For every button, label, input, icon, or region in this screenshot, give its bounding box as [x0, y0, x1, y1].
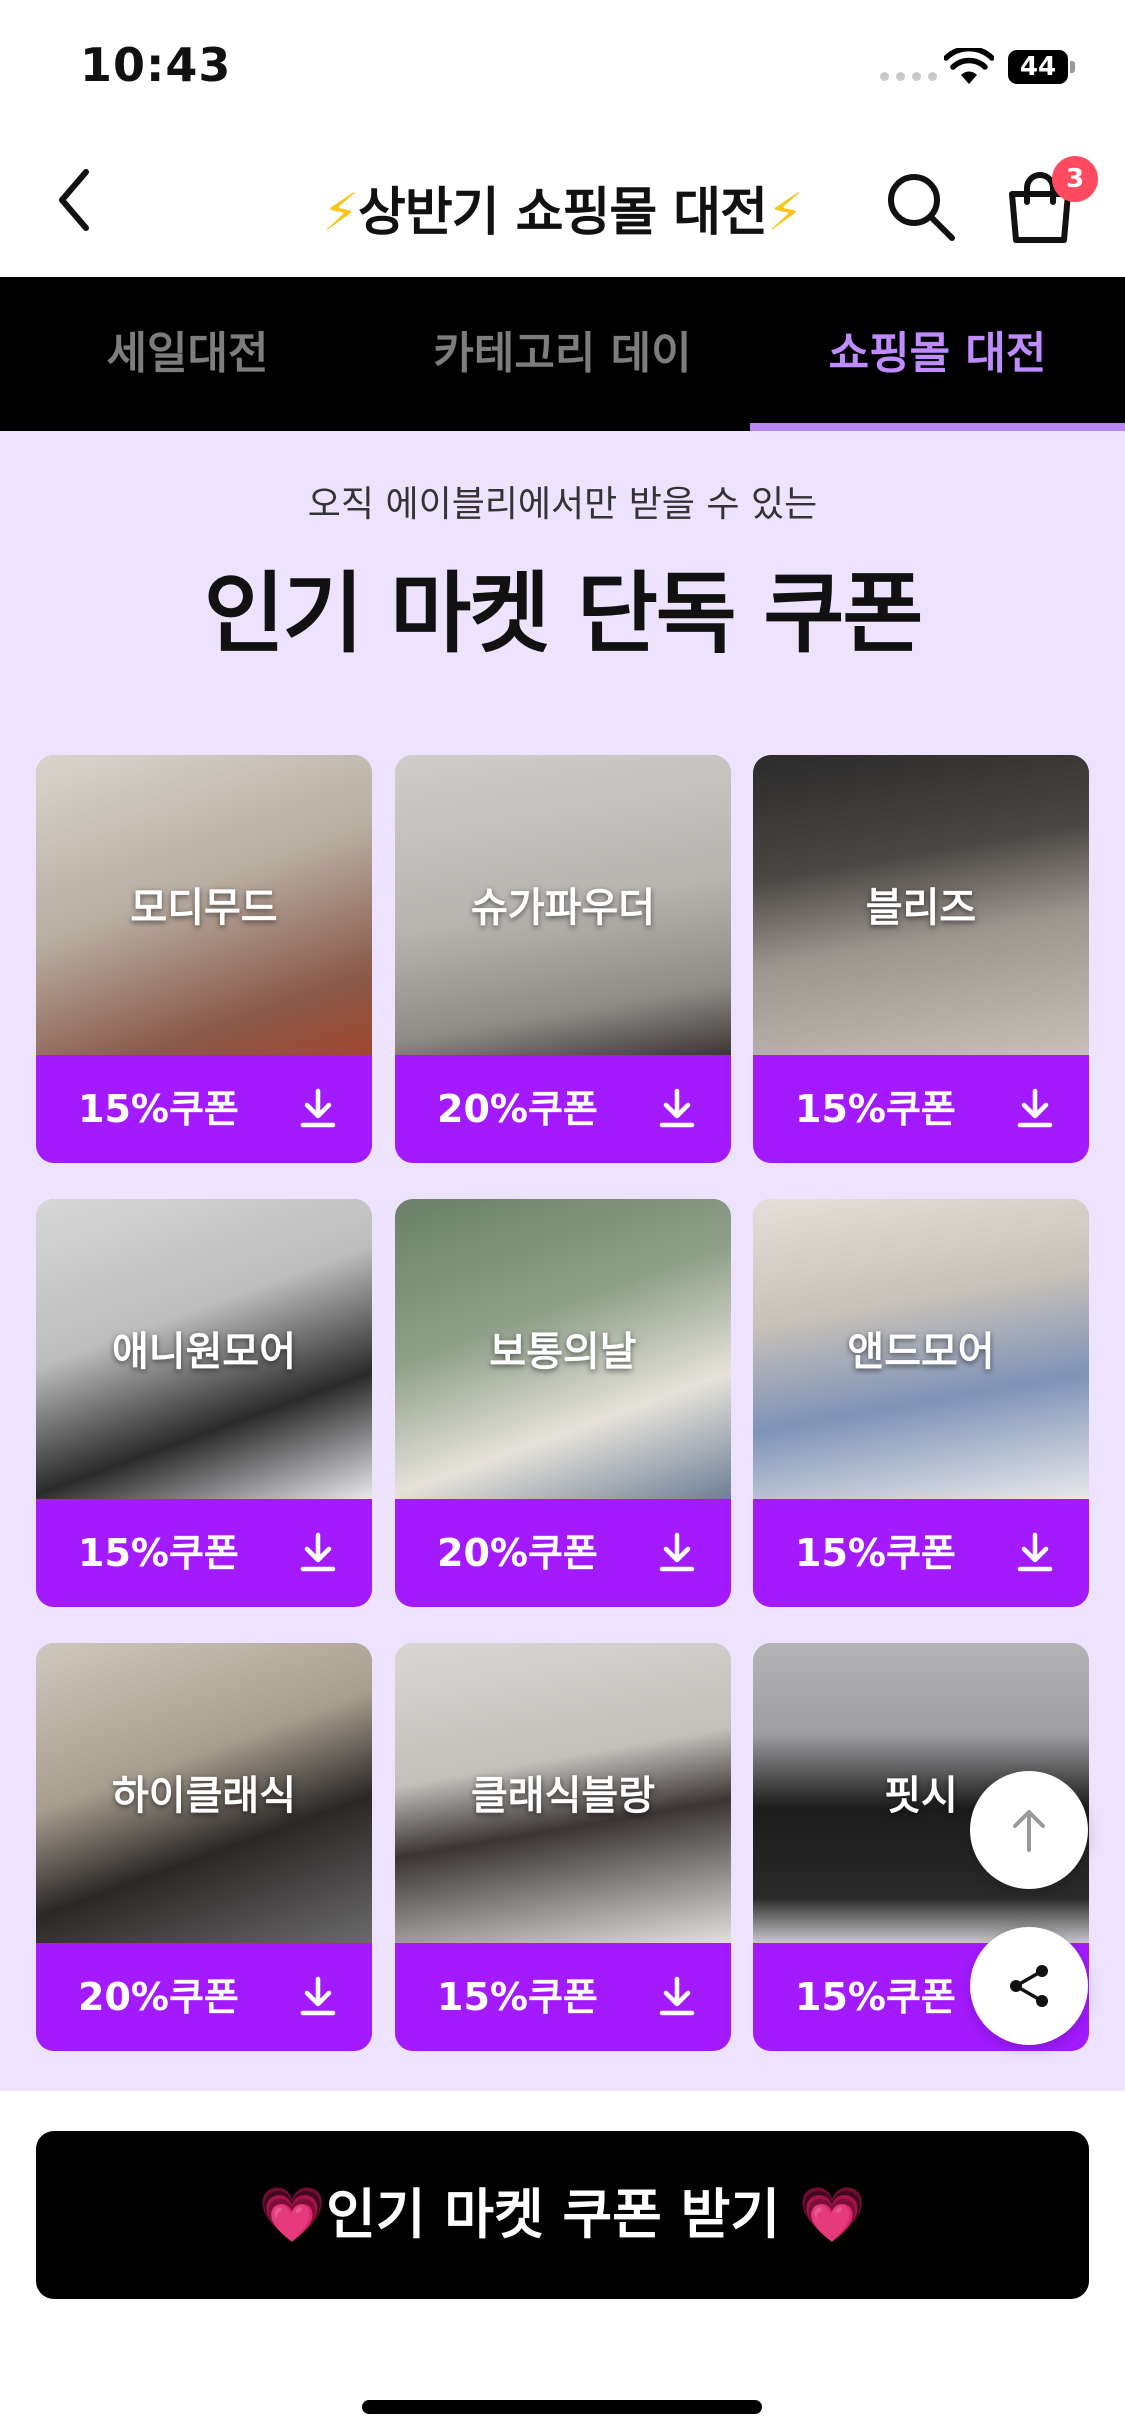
market-name: 앤드모어: [847, 1329, 995, 1375]
cellular-signal-icon: [880, 72, 937, 81]
get-coupons-button[interactable]: 💗인기 마켓 쿠폰 받기 💗: [36, 2131, 1089, 2299]
coupon-label: 15%쿠폰: [795, 1975, 956, 2019]
get-coupons-label: 인기 마켓 쿠폰 받기: [326, 2183, 781, 2246]
coupon-label: 15%쿠폰: [78, 1087, 239, 1131]
back-button[interactable]: [44, 160, 104, 240]
page-title-text: 상반기 쇼핑몰 대전: [358, 183, 768, 243]
share-button[interactable]: [970, 1927, 1088, 2045]
coupon-label: 20%쿠폰: [78, 1975, 239, 2019]
arrow-up-icon: [1013, 1810, 1045, 1852]
chevron-left-icon: [59, 169, 89, 231]
download-icon[interactable]: [298, 1087, 338, 1131]
market-card-classicblanc[interactable]: 클래식블랑 15%쿠폰: [395, 1643, 731, 2051]
tab-sale[interactable]: 세일대전: [0, 277, 375, 431]
coupon-label: 15%쿠폰: [795, 1087, 956, 1131]
market-card-highclassic[interactable]: 하이클래식 20%쿠폰: [36, 1643, 372, 2051]
search-icon[interactable]: [882, 168, 958, 244]
home-indicator: [362, 2400, 762, 2414]
market-name: 하이클래식: [112, 1773, 296, 1819]
coupon-label: 15%쿠폰: [437, 1975, 598, 2019]
market-card-modimood[interactable]: 모디무드 15%쿠폰: [36, 755, 372, 1163]
market-name: 클래식블랑: [471, 1773, 655, 1819]
market-name: 애니원모어: [112, 1329, 296, 1375]
download-icon[interactable]: [657, 1087, 697, 1131]
coupon-bar: 15%쿠폰: [395, 1943, 731, 2051]
market-name: 블리즈: [865, 885, 977, 931]
market-card-andmore[interactable]: 앤드모어 15%쿠폰: [753, 1199, 1089, 1607]
tab-mall-battle[interactable]: 쇼핑몰 대전: [750, 277, 1125, 431]
app-header: ⚡상반기 쇼핑몰 대전⚡ 3: [0, 130, 1125, 277]
coupon-label: 20%쿠폰: [437, 1531, 598, 1575]
market-card-bliz[interactable]: 블리즈 15%쿠폰: [753, 755, 1089, 1163]
coupon-bar: 20%쿠폰: [36, 1943, 372, 2051]
promo-subtitle: 오직 에이블리에서만 받을 수 있는: [307, 484, 818, 525]
download-icon[interactable]: [1015, 1087, 1055, 1131]
share-icon: [1010, 1965, 1048, 2007]
tab-category-day[interactable]: 카테고리 데이: [375, 277, 750, 431]
heart-icon: 💗: [798, 2183, 867, 2246]
coupon-label: 20%쿠폰: [437, 1087, 598, 1131]
download-icon[interactable]: [298, 1531, 338, 1575]
battery-icon: 44: [1008, 50, 1075, 84]
market-card-anyonemore[interactable]: 애니원모어 15%쿠폰: [36, 1199, 372, 1607]
market-card-botong[interactable]: 보통의날 20%쿠폰: [395, 1199, 731, 1607]
cart-badge: 3: [1052, 156, 1098, 202]
coupon-bar: 15%쿠폰: [36, 1055, 372, 1163]
coupon-bar: 15%쿠폰: [36, 1499, 372, 1607]
download-icon[interactable]: [298, 1975, 338, 2019]
coupon-label: 15%쿠폰: [78, 1531, 239, 1575]
heart-icon: 💗: [258, 2183, 327, 2246]
tab-bar: 세일대전 카테고리 데이 쇼핑몰 대전: [0, 277, 1125, 431]
market-card-sugarpowder[interactable]: 슈가파우더 20%쿠폰: [395, 755, 731, 1163]
status-bar: 10:43 44: [0, 0, 1125, 130]
promo-title: 인기 마켓 단독 쿠폰: [203, 562, 924, 665]
page-title: ⚡상반기 쇼핑몰 대전⚡: [250, 170, 875, 245]
bolt-icon: ⚡: [766, 183, 804, 243]
download-icon[interactable]: [657, 1975, 697, 2019]
coupon-bar: 15%쿠폰: [753, 1499, 1089, 1607]
market-name: 슈가파우더: [471, 885, 655, 931]
tab-active-indicator: [750, 423, 1125, 431]
coupon-section: 오직 에이블리에서만 받을 수 있는 인기 마켓 단독 쿠폰 모디무드 15%쿠…: [0, 431, 1125, 2091]
coupon-bar: 15%쿠폰: [753, 1055, 1089, 1163]
coupon-label: 15%쿠폰: [795, 1531, 956, 1575]
download-icon[interactable]: [657, 1531, 697, 1575]
market-name: 보통의날: [489, 1329, 637, 1375]
bolt-icon: ⚡: [322, 183, 360, 243]
download-icon[interactable]: [1015, 1531, 1055, 1575]
coupon-bar: 20%쿠폰: [395, 1499, 731, 1607]
battery-level: 44: [1019, 52, 1057, 82]
market-name: 모디무드: [130, 885, 278, 931]
status-time: 10:43: [80, 38, 232, 92]
coupon-bar: 20%쿠폰: [395, 1055, 731, 1163]
wifi-icon: [944, 48, 994, 84]
scroll-top-button[interactable]: [970, 1771, 1088, 1889]
bottom-bar: 💗인기 마켓 쿠폰 받기 💗: [0, 2091, 1125, 2436]
